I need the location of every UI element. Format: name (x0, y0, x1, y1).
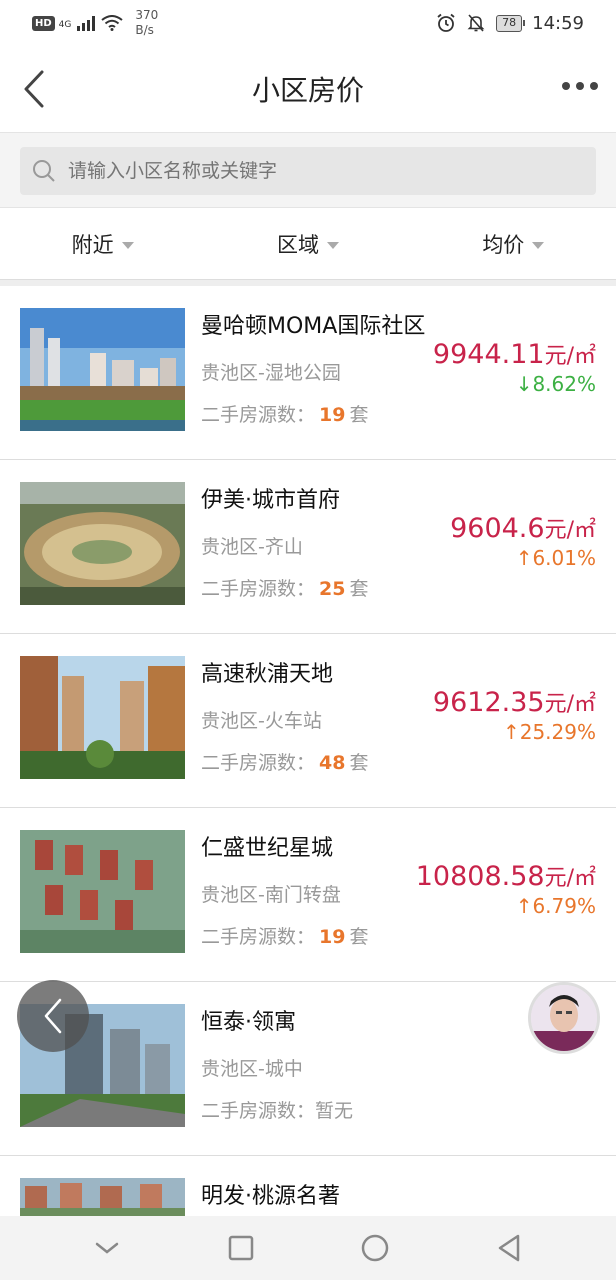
search-input[interactable] (68, 160, 548, 182)
price-change: ↑6.01% (515, 546, 596, 570)
chevron-down-icon (121, 241, 134, 249)
filter-nearby[interactable]: 附近 (0, 208, 205, 279)
search-bar-area (0, 132, 616, 208)
avatar[interactable] (528, 982, 600, 1054)
filter-avg-price[interactable]: 均价 (411, 208, 616, 279)
network-type: 4G (58, 20, 72, 30)
community-name: 曼哈顿MOMA国际社区 (201, 314, 426, 339)
community-name: 仁盛世纪星城 (201, 836, 334, 861)
filter-label: 区域 (276, 232, 319, 257)
filter-label: 附近 (71, 232, 114, 257)
hide-nav-button[interactable] (87, 1228, 127, 1268)
home-button[interactable] (355, 1228, 395, 1268)
listing-count: 二手房源数： 48 套 (201, 752, 369, 774)
community-name: 高速秋浦天地 (201, 662, 334, 687)
triangle-back-icon (498, 1234, 520, 1262)
community-name: 恒泰·领寓 (201, 1010, 296, 1035)
search-box[interactable] (20, 147, 596, 195)
community-photo (20, 482, 185, 605)
price-change: ↓8.62% (515, 372, 596, 396)
price-change: ↑25.29% (502, 720, 596, 744)
search-icon (33, 160, 55, 182)
hd-badge: HD (32, 15, 55, 31)
list-item[interactable]: 恒泰·领寓 贵池区-城中 二手房源数：暂无 (0, 982, 616, 1156)
chevron-down-icon (532, 241, 545, 249)
community-area: 贵池区-湿地公园 (201, 362, 341, 384)
alarm-icon (437, 13, 455, 32)
signal-icon (77, 15, 96, 31)
listing-count: 二手房源数： 19 套 (201, 926, 369, 948)
community-photo (20, 830, 185, 953)
circle-icon (361, 1234, 389, 1262)
square-icon (228, 1235, 254, 1261)
back-icon[interactable] (18, 66, 58, 112)
floating-back-button[interactable] (17, 980, 89, 1052)
avg-price: 9612.35元/㎡ (432, 687, 596, 718)
chevron-down-icon (95, 1242, 119, 1254)
battery-indicator: 78 (496, 14, 526, 32)
page-title: 小区房价 (251, 74, 364, 107)
community-area: 贵池区-火车站 (201, 710, 322, 732)
more-options-icon[interactable] (562, 82, 598, 90)
filter-district[interactable]: 区域 (205, 208, 410, 279)
chevron-left-icon (44, 998, 62, 1034)
filter-label: 均价 (482, 232, 525, 257)
listing-count: 二手房源数：暂无 (201, 1100, 354, 1122)
clock: 14:59 (532, 12, 584, 34)
filter-bar: 附近 区域 均价 (0, 208, 616, 280)
list-item[interactable]: 伊美·城市首府 贵池区-齐山 二手房源数： 25 套 9604.6元/㎡ ↑6.01… (0, 460, 616, 634)
net-speed: 370 B/s (135, 8, 159, 37)
community-name: 伊美·城市首府 (201, 488, 340, 513)
community-photo (20, 308, 185, 431)
app-header: 小区房价 (0, 46, 616, 132)
list-item[interactable]: 高速秋浦天地 贵池区-火车站 二手房源数： 48 套 9612.35元/㎡ ↑25.… (0, 634, 616, 808)
community-photo (20, 656, 185, 779)
recents-button[interactable] (221, 1228, 261, 1268)
listing-count: 二手房源数： 19 套 (201, 404, 369, 426)
chevron-down-icon (326, 241, 339, 249)
community-area: 贵池区-南门转盘 (201, 884, 341, 906)
mute-notification-icon (467, 14, 485, 32)
avg-price: 10808.58元/㎡ (415, 861, 596, 892)
community-area: 贵池区-城中 (201, 1058, 303, 1080)
listing-count: 二手房源数： 25 套 (201, 578, 369, 600)
status-bar: HD 4G 370 B/s 78 14:59 (0, 0, 616, 46)
avg-price: 9604.6元/㎡ (450, 513, 596, 544)
community-area: 贵池区-齐山 (201, 536, 303, 558)
list-item[interactable]: 仁盛世纪星城 贵池区-南门转盘 二手房源数： 19 套 10808.58元/㎡ ↑6… (0, 808, 616, 982)
list-item[interactable]: 曼哈顿MOMA国际社区 贵池区-湿地公园 二手房源数： 19 套 9944.11元/… (0, 286, 616, 460)
system-back-button[interactable] (489, 1228, 529, 1268)
community-list: 曼哈顿MOMA国际社区 贵池区-湿地公园 二手房源数： 19 套 9944.11元/… (0, 286, 616, 1280)
price-change: ↑6.79% (515, 894, 596, 918)
avg-price: 9944.11元/㎡ (432, 339, 596, 370)
system-nav-bar (0, 1216, 616, 1280)
community-name: 明发·桃源名著 (201, 1184, 340, 1209)
wifi-icon (101, 15, 123, 31)
